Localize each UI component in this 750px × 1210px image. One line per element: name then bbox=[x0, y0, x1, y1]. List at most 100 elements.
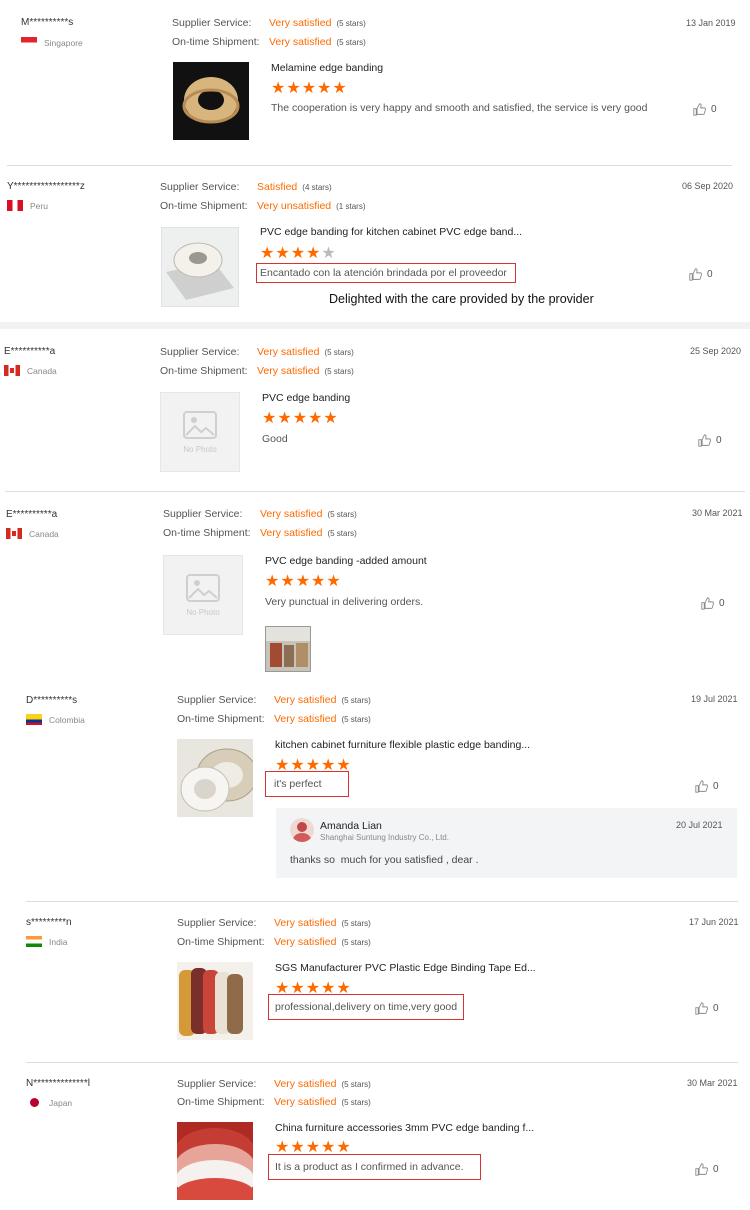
review-card: D**********s Colombia Supplier Service: V… bbox=[0, 680, 750, 900]
image-placeholder-icon bbox=[186, 573, 220, 602]
review-date: 30 Mar 2021 bbox=[687, 1078, 738, 1088]
star-icon: ★ bbox=[306, 245, 321, 262]
star-icon: ★ bbox=[317, 80, 332, 97]
ontime-shipment-rating: On-time Shipment: Very satisfied (5 stars) bbox=[177, 936, 371, 948]
product-thumbnail[interactable] bbox=[177, 962, 253, 1040]
review-card: N**************l Japan Supplier Service:… bbox=[0, 1063, 750, 1210]
supplier-service-rating: Supplier Service: Very satisfied (5 stars) bbox=[160, 346, 354, 358]
canada-flag-icon bbox=[6, 528, 22, 539]
star-icon: ★ bbox=[271, 80, 286, 97]
reviewer-name: M**********s bbox=[21, 17, 74, 28]
reviewer-name: s*********n bbox=[26, 917, 72, 928]
thumbs-up-icon bbox=[689, 268, 702, 281]
like-button[interactable]: 0 bbox=[689, 268, 713, 281]
review-comment: It is a product as I confirmed in advanc… bbox=[268, 1154, 481, 1180]
product-thumbnail[interactable] bbox=[177, 739, 253, 817]
image-placeholder-icon bbox=[183, 410, 217, 439]
star-icon: ★ bbox=[326, 573, 341, 590]
ontime-shipment-rating: On-time Shipment: Very unsatisfied (1 star… bbox=[160, 200, 366, 212]
thumbs-up-icon bbox=[695, 1002, 708, 1015]
star-rating: ★ ★ ★ ★ ★ bbox=[271, 81, 348, 97]
reviewer-country: Peru bbox=[7, 200, 48, 211]
review-comment: it's perfect bbox=[265, 771, 349, 797]
review-date: 25 Sep 2020 bbox=[690, 346, 742, 356]
product-thumbnail[interactable] bbox=[177, 1122, 253, 1200]
star-icon: ★ bbox=[265, 573, 280, 590]
ontime-shipment-rating: On-time Shipment: Very satisfied (5 stars) bbox=[177, 1096, 371, 1108]
review-date: 19 Jul 2021 bbox=[691, 694, 738, 704]
reply-author: Amanda Lian bbox=[320, 820, 382, 832]
review-date: 30 Mar 2021 bbox=[692, 508, 743, 518]
reply-text: thanks so much for you satisfied , dear … bbox=[290, 854, 479, 866]
star-icon: ★ bbox=[262, 410, 277, 427]
like-button[interactable]: 0 bbox=[695, 1002, 719, 1015]
reviewer-name: E**********a bbox=[6, 509, 58, 520]
reviewer-country: Singapore bbox=[21, 37, 83, 48]
reply-company: Shanghai Suntung Industry Co., Ltd. bbox=[320, 833, 449, 842]
like-button[interactable]: 0 bbox=[701, 597, 725, 610]
product-title-link[interactable]: Melamine edge banding bbox=[271, 62, 383, 74]
ontime-shipment-rating: On-time Shipment: Very satisfied (5 stars) bbox=[160, 365, 354, 377]
colombia-flag-icon bbox=[26, 714, 42, 725]
reviewer-name: Y*****************z bbox=[7, 181, 85, 192]
star-icon: ★ bbox=[292, 410, 308, 427]
review-card: s*********n India Supplier Service: Very … bbox=[0, 902, 750, 1062]
reviewer-country: India bbox=[26, 936, 67, 947]
thumbs-up-icon bbox=[695, 780, 708, 793]
product-thumbnail[interactable] bbox=[161, 227, 239, 307]
star-icon: ★ bbox=[290, 245, 306, 262]
india-flag-icon bbox=[26, 936, 42, 947]
review-comment: The cooperation is very happy and smooth… bbox=[271, 102, 648, 114]
reviewer-name: E**********a bbox=[4, 346, 56, 357]
section-separator bbox=[0, 322, 750, 329]
product-title-link[interactable]: kitchen cabinet furniture flexible plast… bbox=[275, 739, 530, 751]
star-rating: ★ ★ ★ ★ ★ bbox=[260, 246, 337, 262]
avatar bbox=[290, 818, 314, 842]
supplier-reply: Amanda Lian Shanghai Suntung Industry Co… bbox=[276, 808, 737, 878]
reviewer-country: Colombia bbox=[26, 714, 85, 725]
star-icon: ★ bbox=[277, 410, 292, 427]
product-thumbnail[interactable] bbox=[173, 62, 249, 140]
star-icon: ★ bbox=[332, 80, 347, 97]
review-date: 17 Jun 2021 bbox=[689, 917, 739, 927]
star-icon: ★ bbox=[275, 245, 290, 262]
review-card: E**********a Canada Supplier Service: Ver… bbox=[0, 330, 750, 490]
like-button[interactable]: 0 bbox=[693, 103, 717, 116]
product-title-link[interactable]: China furniture accessories 3mm PVC edge… bbox=[275, 1122, 534, 1134]
ontime-shipment-rating: On-time Shipment: Very satisfied (5 stars) bbox=[163, 527, 357, 539]
review-comment: Encantado con la atención brindada por e… bbox=[256, 263, 516, 283]
star-empty-icon: ★ bbox=[321, 245, 336, 262]
thumbs-up-icon bbox=[695, 1163, 708, 1176]
like-button[interactable]: 0 bbox=[695, 1163, 719, 1176]
reviewer-name: N**************l bbox=[26, 1078, 90, 1089]
review-comment: professional,delivery on time,very good bbox=[268, 994, 464, 1020]
singapore-flag-icon bbox=[21, 37, 37, 48]
supplier-service-rating: Supplier Service: Very satisfied (5 stars) bbox=[177, 694, 371, 706]
translation-annotation: Delighted with the care provided by the … bbox=[329, 292, 594, 306]
peru-flag-icon bbox=[7, 200, 23, 211]
like-button[interactable]: 0 bbox=[695, 780, 719, 793]
reviewer-country: Canada bbox=[4, 365, 57, 376]
reply-date: 20 Jul 2021 bbox=[676, 820, 723, 830]
product-title-link[interactable]: SGS Manufacturer PVC Plastic Edge Bindin… bbox=[275, 962, 536, 974]
ontime-shipment-rating: On-time Shipment: Very satisfied (5 stars) bbox=[172, 36, 366, 48]
product-title-link[interactable]: PVC edge banding -added amount bbox=[265, 555, 427, 567]
review-date: 06 Sep 2020 bbox=[682, 181, 734, 191]
star-icon: ★ bbox=[295, 573, 311, 590]
product-title-link[interactable]: PVC edge banding for kitchen cabinet PVC… bbox=[260, 226, 522, 238]
supplier-service-rating: Supplier Service: Very satisfied (5 stars) bbox=[177, 917, 371, 929]
review-photo[interactable] bbox=[265, 626, 311, 672]
ontime-shipment-rating: On-time Shipment: Very satisfied (5 stars) bbox=[177, 713, 371, 725]
review-comment: Very punctual in delivering orders. bbox=[265, 596, 424, 608]
supplier-service-rating: Supplier Service: Very satisfied (5 stars) bbox=[172, 17, 366, 29]
star-icon: ★ bbox=[301, 80, 317, 97]
japan-flag-icon bbox=[26, 1097, 42, 1108]
like-button[interactable]: 0 bbox=[698, 434, 722, 447]
star-icon: ★ bbox=[323, 410, 338, 427]
product-title-link[interactable]: PVC edge banding bbox=[262, 392, 350, 404]
star-rating: ★ ★ ★ ★ ★ bbox=[262, 411, 339, 427]
thumbs-up-icon bbox=[701, 597, 714, 610]
supplier-service-rating: Supplier Service: Very satisfied (5 stars) bbox=[163, 508, 357, 520]
star-icon: ★ bbox=[308, 410, 323, 427]
star-icon: ★ bbox=[280, 573, 295, 590]
